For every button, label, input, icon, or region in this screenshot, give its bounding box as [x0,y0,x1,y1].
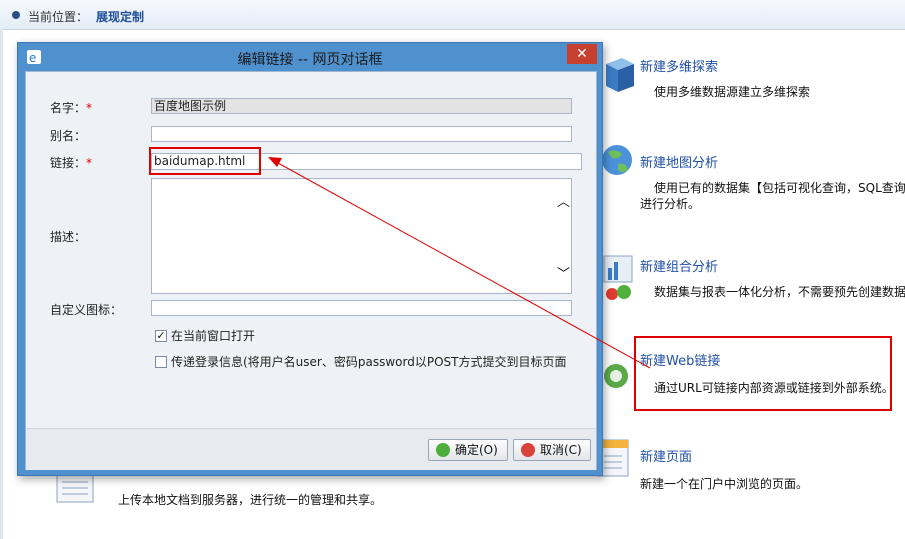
feature-multidim[interactable]: 新建多维探索 使用多维数据源建立多维探索 [600,46,905,106]
combo-chart-icon [603,255,633,300]
feature-desc: 新建一个在门户中浏览的页面。 [640,477,809,491]
feature-desc: 进行分析。 [640,197,701,211]
name-field[interactable]: 百度地图示例 [151,98,572,114]
name-label: 名字：* [50,101,93,115]
open-current-window-label[interactable]: 在当前窗口打开 [171,327,255,344]
desc-textarea[interactable]: ︿ ﹀ [151,178,572,294]
pass-login-label[interactable]: 传递登录信息(将用户名user、密码password以POST方式提交到目标页面 [171,353,566,370]
feature-desc: 数据集与报表一体化分析，不需要预先创建数据 [654,285,905,299]
feature-combo[interactable]: 新建组合分析 数据集与报表一体化分析，不需要预先创建数据 [600,248,905,308]
alias-label: 别名： [50,129,87,143]
page-left-border [0,29,3,539]
cancel-icon [521,443,535,457]
link-label: 链接：* [50,156,93,170]
cancel-button[interactable]: 取消(C) [513,439,591,461]
cube-icon [606,58,634,92]
feature-map[interactable]: 新建地图分析 使用已有的数据集【包括可视化查询，SQL查询 进行分析。 [600,140,905,215]
icon-label: 自定义图标： [50,303,123,317]
dialog-footer: 确定(O) 取消(C) [26,428,596,470]
document-icon [56,474,94,503]
ok-label: 确定(O) [455,443,498,457]
globe-icon [602,145,632,175]
icon-field[interactable] [151,300,572,316]
feature-title[interactable]: 新建多维探索 [640,56,718,75]
feature-title[interactable]: 新建地图分析 [640,152,718,171]
weblink-highlight-box [634,336,892,411]
link-highlight-box [149,147,261,175]
scroll-up-icon[interactable]: ︿ [557,191,570,210]
edit-link-dialog: e 编辑链接 -- 网页对话框 ✕ 名字：* 百度地图示例 别名： 链接：* b… [17,42,603,476]
feature-page[interactable]: 新建页面 新建一个在门户中浏览的页面。 [592,436,905,496]
dialog-titlebar[interactable]: e 编辑链接 -- 网页对话框 ✕ [18,43,602,71]
feature-desc: 使用已有的数据集【包括可视化查询，SQL查询 [654,181,905,195]
pass-login-checkbox[interactable] [155,356,167,368]
desc-label: 描述： [50,230,87,244]
breadcrumb-current[interactable]: 展现定制 [96,8,144,25]
breadcrumb-bar: 当前位置： 展现定制 [0,0,905,30]
cancel-label: 取消(C) [540,443,582,457]
feature-title[interactable]: 新建组合分析 [640,256,718,275]
web-link-icon [604,364,628,388]
feature-title[interactable]: 新建页面 [640,446,692,465]
desc-scrollbar[interactable]: ︿ ﹀ [554,179,571,293]
bullet-icon [12,11,20,19]
feature-desc: 使用多维数据源建立多维探索 [654,85,811,99]
upload-desc: 上传本地文档到服务器，进行统一的管理和共享。 [118,493,383,507]
alias-field[interactable] [151,126,572,142]
close-button[interactable]: ✕ [567,44,597,64]
dialog-body: 名字：* 百度地图示例 别名： 链接：* baidumap.html 描述： ︿… [25,71,597,470]
breadcrumb-label: 当前位置： [28,10,89,24]
scroll-down-icon[interactable]: ﹀ [557,263,570,282]
ok-button[interactable]: 确定(O) [428,439,508,461]
open-current-window-checkbox[interactable]: ✓ [155,330,167,342]
dialog-title: 编辑链接 -- 网页对话框 [237,52,383,68]
check-icon [436,443,450,457]
